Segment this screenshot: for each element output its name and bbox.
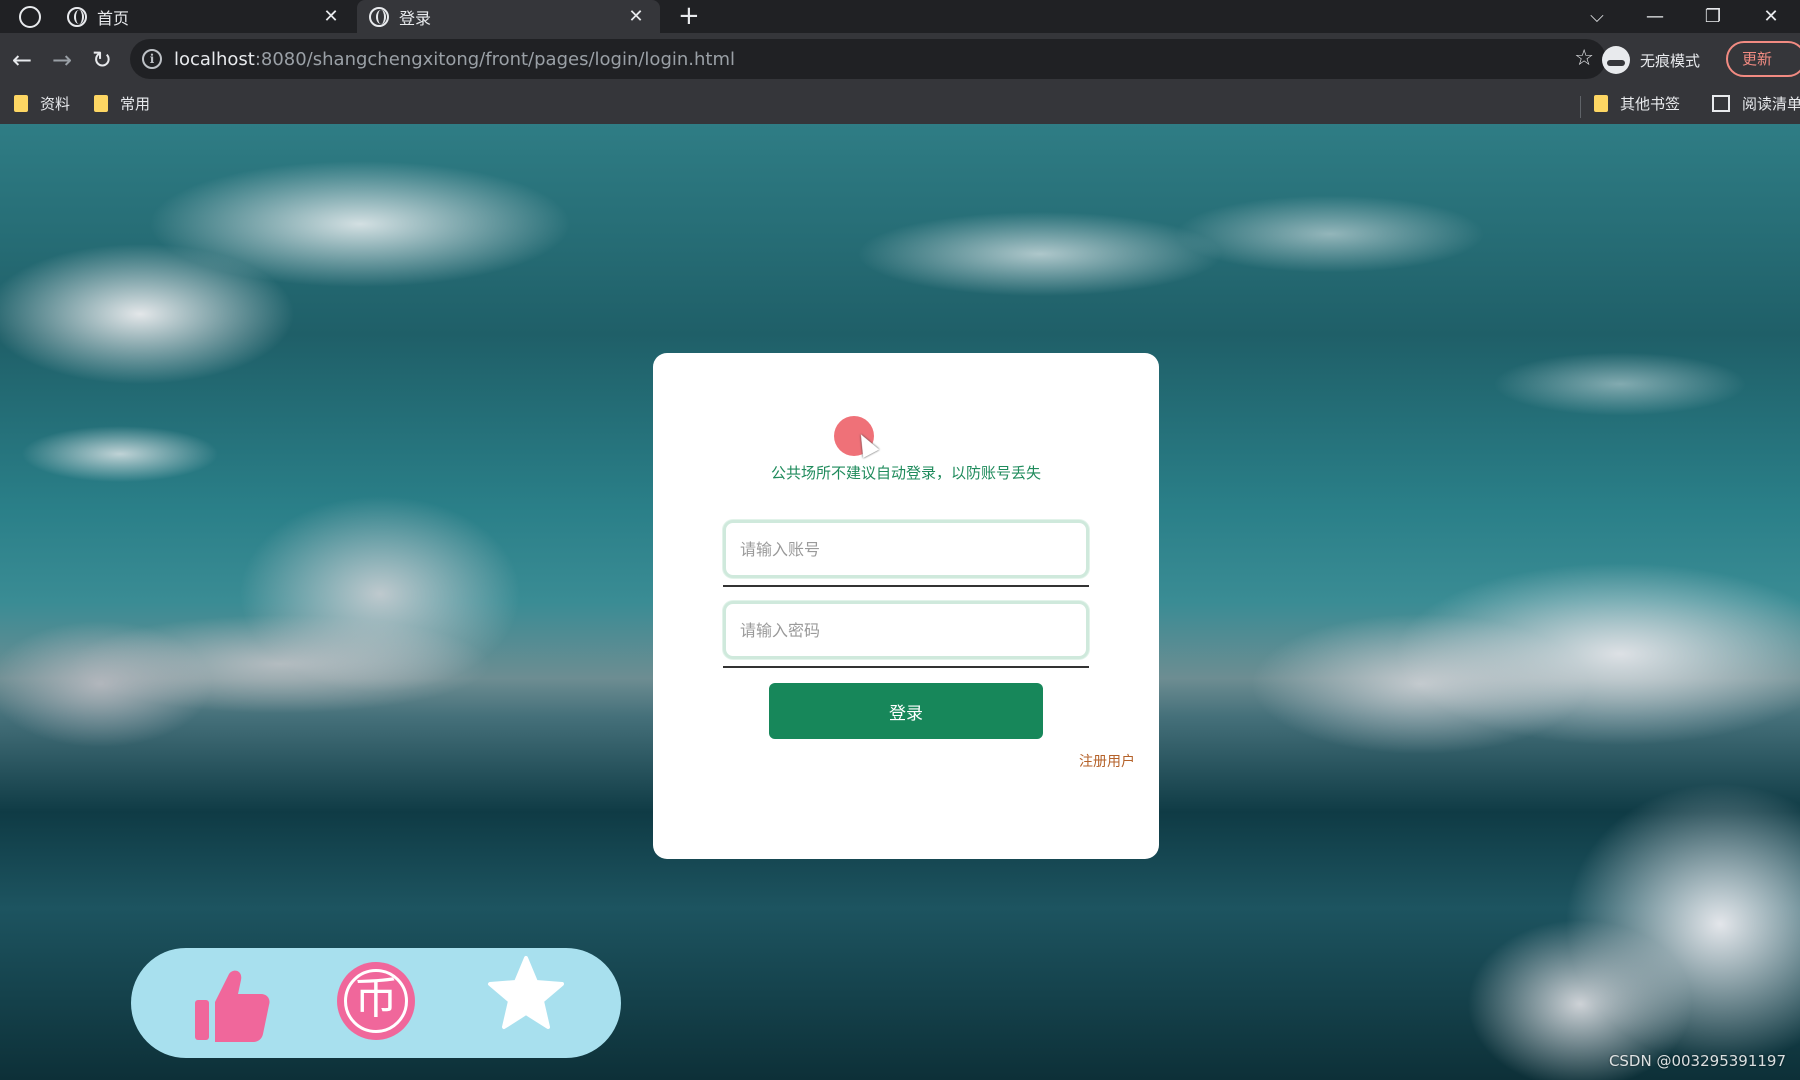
action-bar: 币 <box>131 948 621 1058</box>
back-button[interactable]: ← <box>8 46 36 74</box>
username-input[interactable] <box>723 520 1089 578</box>
tab-close-icon[interactable]: ✕ <box>626 6 646 27</box>
browser-toolbar: ← → ↻ i localhost:8080/shangchengxitong/… <box>0 33 1800 87</box>
bookmark-folder-ziliao[interactable]: 资料 <box>14 93 70 114</box>
other-bookmarks[interactable]: 其他书签 <box>1594 93 1680 114</box>
update-button[interactable]: 更新 <box>1726 41 1800 77</box>
url-path: :8080/shangchengxitong/front/pages/login… <box>254 48 736 70</box>
bookmark-label: 资料 <box>40 95 71 113</box>
minimize-button[interactable]: — <box>1626 6 1684 27</box>
info-icon[interactable]: i <box>142 49 162 69</box>
bookmarks-divider <box>1580 96 1581 118</box>
window-controls: ⌵ — ❐ ✕ <box>1568 0 1800 33</box>
incognito-label: 无痕模式 <box>1640 51 1701 70</box>
incognito-icon <box>1602 46 1630 74</box>
other-bookmarks-label: 其他书签 <box>1620 95 1681 113</box>
tab-login[interactable]: 登录 ✕ <box>357 0 660 33</box>
globe-icon <box>67 6 87 27</box>
favorite-star-icon[interactable] <box>486 954 566 1034</box>
new-tab-button[interactable]: + <box>678 1 700 31</box>
browser-logo-icon <box>19 6 41 28</box>
bookmark-label: 常用 <box>120 95 151 113</box>
reading-list-label: 阅读清单 <box>1742 95 1800 113</box>
login-notice: 公共场所不建议自动登录，以防账号丢失 <box>770 464 1041 482</box>
thumbs-up-icon[interactable] <box>191 966 271 1046</box>
reload-button[interactable]: ↻ <box>88 46 116 74</box>
login-card: 公共场所不建议自动登录，以防账号丢失 登录 注册用户 <box>653 353 1159 859</box>
tab-close-icon[interactable]: ✕ <box>321 6 341 27</box>
reading-list[interactable]: 阅读清单 <box>1712 93 1800 114</box>
reading-list-icon <box>1712 95 1730 112</box>
bookmark-folder-changyong[interactable]: 常用 <box>94 93 150 114</box>
coin-icon[interactable]: 币 <box>337 962 415 1040</box>
watermark: CSDN @003295391197 <box>1608 1052 1786 1070</box>
address-bar[interactable]: i localhost:8080/shangchengxitong/front/… <box>130 39 1606 79</box>
password-input[interactable] <box>723 601 1089 659</box>
star-icon[interactable]: ☆ <box>1574 46 1594 71</box>
login-button[interactable]: 登录 <box>769 683 1043 739</box>
globe-icon <box>369 6 389 27</box>
tab-title: 首页 <box>97 8 130 28</box>
close-window-button[interactable]: ✕ <box>1742 6 1800 27</box>
forward-button[interactable]: → <box>48 46 76 74</box>
folder-icon <box>94 95 108 112</box>
url-text: localhost:8080/shangchengxitong/front/pa… <box>174 49 735 70</box>
browser-chrome: 首页 ✕ 登录 ✕ + ⌵ — ❐ ✕ ← → ↻ i localhost:80… <box>0 0 1800 124</box>
folder-icon <box>14 95 28 112</box>
username-underline <box>723 585 1089 587</box>
url-host: localhost <box>174 48 255 70</box>
restore-button[interactable]: ❐ <box>1684 6 1742 27</box>
tab-search-button[interactable]: ⌵ <box>1568 6 1626 27</box>
password-underline <box>723 666 1089 668</box>
bookmarks-bar: 资料 常用 其他书签 阅读清单 <box>0 87 1800 124</box>
tab-title: 登录 <box>399 8 432 28</box>
register-link[interactable]: 注册用户 <box>1079 751 1135 771</box>
incognito-indicator[interactable]: 无痕模式 <box>1602 41 1700 79</box>
tab-strip: 首页 ✕ 登录 ✕ + ⌵ — ❐ ✕ <box>0 0 1800 33</box>
tab-home[interactable]: 首页 ✕ <box>55 0 355 33</box>
folder-icon <box>1594 95 1608 112</box>
page-viewport: 公共场所不建议自动登录，以防账号丢失 登录 注册用户 币 CSDN @00329… <box>0 124 1800 1080</box>
